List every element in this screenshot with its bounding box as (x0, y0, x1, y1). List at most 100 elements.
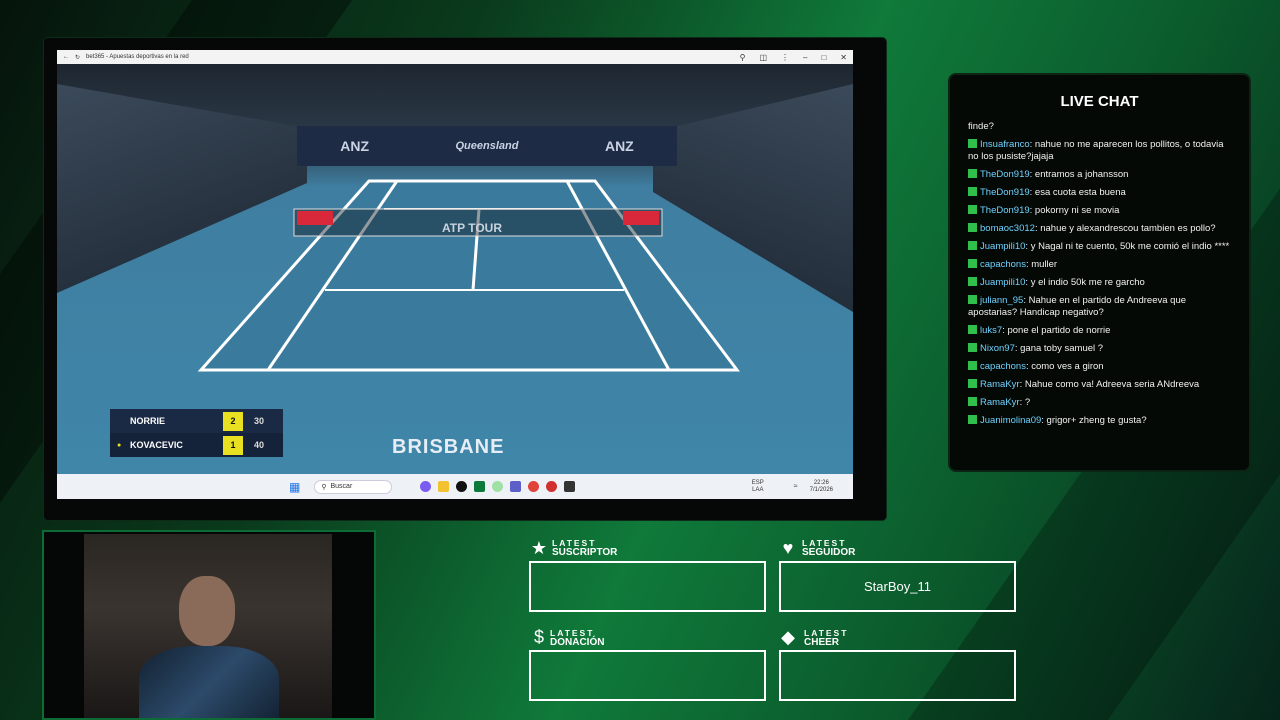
streamer-head (179, 576, 235, 646)
widget-label: CHEER (804, 637, 840, 648)
folder-icon[interactable] (438, 481, 450, 492)
chat-username[interactable]: juliann_95 (980, 295, 1023, 306)
language-indicator[interactable]: ESP LAA (752, 480, 764, 494)
chat-username[interactable]: RamaKyr (980, 379, 1020, 390)
chat-username[interactable]: Juampili10 (980, 241, 1025, 252)
chat-text: : pokorny ni se movia (1029, 205, 1120, 216)
bet365-badge-icon (968, 223, 977, 232)
chrome-icon[interactable] (528, 481, 540, 492)
player-sets: 1 (223, 435, 243, 455)
latest-subscriber-box (529, 561, 766, 612)
chat-username[interactable]: Insuafranco (980, 139, 1030, 150)
whatsapp-icon[interactable] (492, 481, 504, 492)
bet365-badge-icon (968, 343, 977, 352)
bet365-badge-icon (968, 187, 977, 196)
minimize-icon[interactable]: – (803, 53, 807, 62)
window-controls: ⚲ ◫ ⋮ – □ ✕ (740, 53, 847, 62)
chat-text: : pone el partido de norrie (1002, 325, 1111, 336)
chat-message: RamaKyr: ? (968, 397, 1230, 409)
bet365-badge-icon (968, 415, 977, 424)
chat-username[interactable]: TheDon919 (980, 205, 1030, 216)
lang-code: ESP (751, 479, 764, 486)
chat-message: Nixon97: gana toby samuel ? (968, 343, 1230, 355)
venue-label: BRISBANE (392, 436, 505, 458)
menu-icon[interactable]: ⋮ (781, 53, 789, 62)
chat-text: : grigor+ zheng te gusta? (1041, 415, 1147, 426)
chat-message: Juampili10: y el indio 50k me re garcho (968, 277, 1230, 289)
reload-icon[interactable]: ↻ (75, 54, 80, 61)
windows-start-icon[interactable]: ▦ (289, 480, 300, 494)
chat-message: juliann_95: Nahue en el partido de Andre… (968, 295, 1230, 319)
taskbar-clock[interactable]: 22:26 7/1/2026 (810, 480, 833, 494)
maximize-icon[interactable]: □ (821, 53, 826, 62)
taskbar-apps (420, 481, 576, 492)
diamond-icon: ◆ (781, 627, 795, 647)
player-sets: 2 (223, 411, 243, 431)
chat-messages[interactable]: finde? Insuafranco: nahue no me aparecen… (968, 121, 1230, 433)
bet365-badge-icon (968, 277, 977, 286)
player-name-text: KOVACEVIC (130, 440, 183, 450)
net-brand: ATP TOUR (442, 221, 502, 235)
latest-cheer-box (779, 650, 1016, 701)
chat-text: : gana toby samuel ? (1014, 343, 1104, 354)
webcam-frame (42, 530, 376, 720)
chat-message: TheDon919: pokorny ni se movia (968, 205, 1230, 217)
score-row: ● KOVACEVIC 1 40 (110, 433, 283, 457)
widget-title-donation: LATEST DONACIÓN (550, 629, 604, 648)
chat-username[interactable]: Juanimolina09 (980, 415, 1041, 426)
windows-taskbar: ▦ ⚲ Buscar ESP LAA ≈ 22:26 7/1/2026 (57, 474, 853, 499)
teams-icon[interactable] (510, 481, 522, 492)
app-icon[interactable] (564, 481, 576, 492)
chat-username[interactable]: Juampili10 (980, 277, 1025, 288)
bet365-badge-icon (968, 379, 977, 388)
chat-text: : y el indio 50k me re garcho (1025, 277, 1145, 288)
live-chat-panel: LIVE CHAT finde? Insuafranco: nahue no m… (950, 75, 1249, 470)
extensions-icon[interactable]: ◫ (759, 53, 767, 62)
chat-text: : esa cuota esta buena (1029, 187, 1126, 198)
widget-label: SEGUIDOR (802, 547, 856, 558)
chat-text: : nahue y alexandrescou tambien es pollo… (1034, 223, 1216, 234)
zoom-icon[interactable]: ⚲ (740, 53, 746, 62)
chat-message: luks7: pone el partido de norrie (968, 325, 1230, 337)
webcam-video (84, 534, 332, 718)
chat-message: finde? (968, 121, 994, 132)
chat-username[interactable]: capachons (980, 361, 1026, 372)
chat-message: RamaKyr: Nahue como va! Adreeva seria AN… (968, 379, 1230, 391)
player-name: NORRIE (130, 416, 166, 426)
chat-username[interactable]: RamaKyr (980, 397, 1020, 408)
star-icon: ★ (530, 538, 548, 558)
chat-text: : Nahue como va! Adreeva seria ANdreeva (1019, 379, 1200, 390)
back-icon[interactable]: ← (63, 54, 69, 60)
tab-title: bet365 - Apuestas deportivas en la red (86, 54, 189, 60)
bet365-badge-icon (968, 241, 977, 250)
chat-username[interactable]: Nixon97 (980, 343, 1015, 354)
tennis-video[interactable]: ANZ Queensland ANZ ATP TOUR NORRIE 2 30 (57, 64, 853, 474)
chat-username[interactable]: bomaoc3012 (980, 223, 1035, 234)
chat-message: bomaoc3012: nahue y alexandrescou tambie… (968, 223, 1230, 235)
player-points: 30 (253, 416, 264, 426)
heart-icon: ♥ (782, 538, 794, 558)
serve-indicator-icon: ● (117, 442, 122, 449)
chat-text: : y Nagal ni te cuento, 50k me comió el … (1025, 241, 1230, 252)
bet365-icon[interactable] (474, 481, 486, 492)
tiktok-icon[interactable] (456, 481, 468, 492)
copilot-icon[interactable] (420, 481, 432, 492)
chat-username[interactable]: luks7 (980, 325, 1002, 336)
bet365-badge-icon (968, 205, 977, 214)
chat-username[interactable]: TheDon919 (980, 187, 1030, 198)
bet365-badge-icon (968, 325, 977, 334)
bet365-badge-icon (968, 361, 977, 370)
app-icon[interactable] (546, 481, 558, 492)
chat-username[interactable]: capachons (980, 259, 1026, 270)
chat-username[interactable]: TheDon919 (980, 169, 1030, 180)
taskbar-search[interactable]: ⚲ Buscar (314, 479, 393, 494)
chat-message: Juanimolina09: grigor+ zheng te gusta? (968, 415, 1230, 427)
streamer-body (139, 646, 279, 718)
score-row: NORRIE 2 30 (110, 409, 283, 433)
search-icon: ⚲ (321, 483, 327, 491)
close-icon[interactable]: ✕ (840, 53, 847, 62)
player-points: 40 (253, 440, 264, 450)
wifi-icon[interactable]: ≈ (794, 483, 798, 490)
chat-text: : ? (1019, 397, 1031, 408)
clock-time: 22:26 (813, 479, 829, 486)
